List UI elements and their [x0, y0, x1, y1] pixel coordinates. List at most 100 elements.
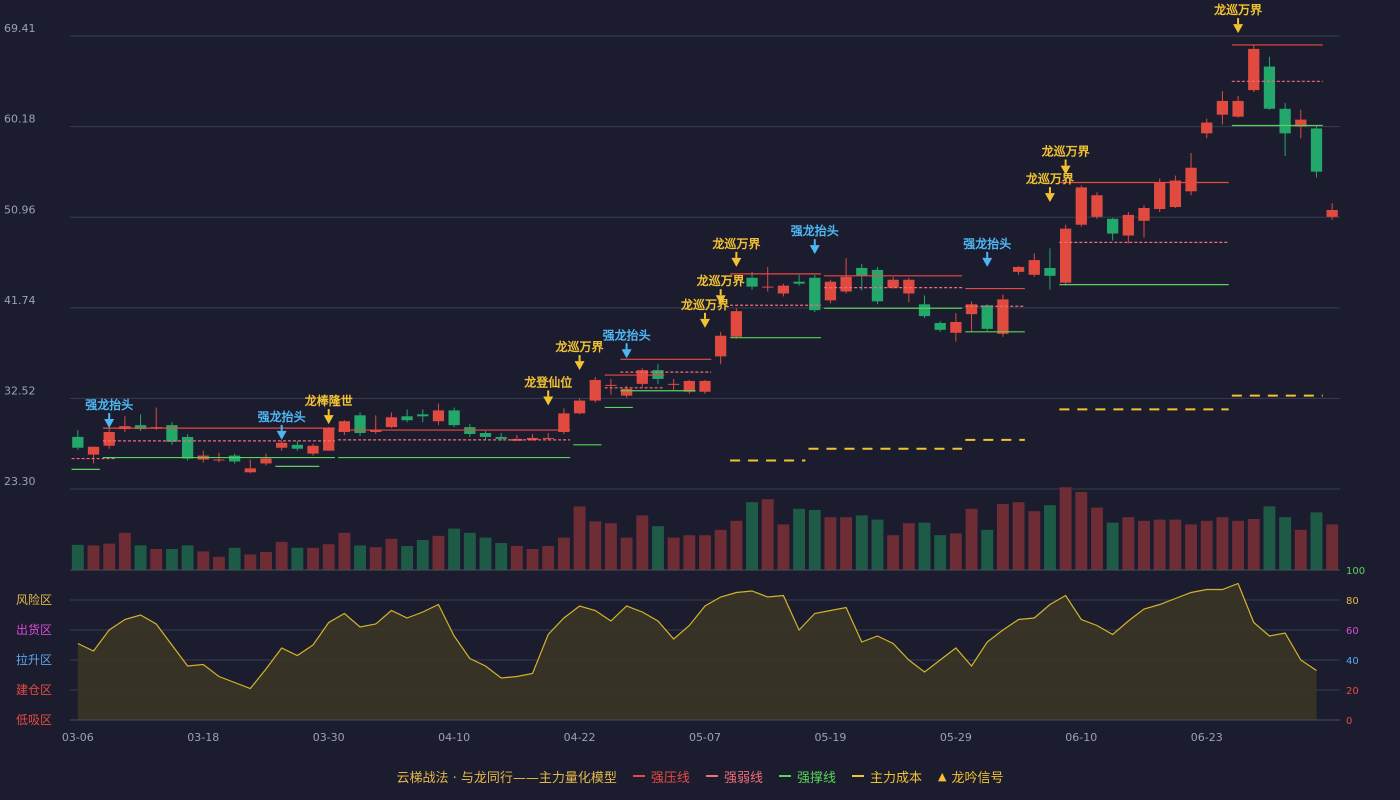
signal-label: 龙巡万界 [556, 339, 604, 354]
volume-bar [840, 517, 853, 570]
candle-body [1122, 214, 1134, 236]
signal-label: 龙巡万界 [697, 273, 745, 288]
candle-body [981, 305, 993, 329]
volume-bar [683, 535, 696, 570]
volume-bar [354, 545, 367, 570]
volume-bar [260, 552, 272, 570]
candle-body [997, 299, 1009, 334]
volume-bar [934, 535, 947, 570]
candle-body [903, 279, 915, 294]
candle-body [260, 458, 272, 464]
volume-bar [981, 529, 994, 570]
candle-body [1310, 128, 1323, 172]
candle-body [824, 281, 837, 301]
candle-body [291, 444, 303, 449]
volume-bar [244, 554, 257, 570]
signal-label: 龙登仙位 [524, 374, 572, 389]
volume-bar [385, 538, 398, 570]
legend-item-support[interactable]: 强撑线 [778, 767, 836, 786]
volume-bar [463, 532, 476, 570]
volume-bar [1326, 524, 1339, 570]
legend-label: 龙吟信号 [951, 770, 1004, 786]
candle-body [1185, 167, 1197, 192]
volume-bar [369, 547, 382, 570]
volume-bar [71, 544, 84, 570]
volume-bar [918, 522, 931, 570]
signal-label: 龙巡万界 [1042, 144, 1090, 159]
candle-body [683, 380, 695, 392]
candle-body [746, 277, 758, 287]
candle-body [918, 304, 931, 317]
volume-bar [667, 537, 680, 570]
candle-body [1107, 218, 1119, 234]
candle-body [934, 322, 946, 330]
volume-bar [808, 510, 821, 570]
volume-bar [1075, 492, 1088, 570]
volume-bar [620, 537, 633, 570]
candle-body [605, 384, 617, 386]
candle-body [699, 380, 711, 392]
legend-item-weak[interactable]: 强弱线 [705, 767, 763, 786]
price-tick-label: 69.41 [4, 22, 36, 35]
candle-body [840, 276, 852, 292]
x-tick-label: 05-29 [940, 731, 972, 744]
candle-body [1044, 267, 1056, 276]
volume-bar [902, 523, 915, 570]
volume-bar [307, 547, 319, 570]
volume-bar [510, 546, 523, 570]
volume-bar [134, 545, 147, 570]
volume-bar [1216, 517, 1229, 570]
candle-body [448, 410, 460, 426]
candle-body [244, 468, 256, 473]
candle-body [1248, 48, 1260, 91]
volume-bar [1185, 524, 1198, 570]
volume-bar [1247, 519, 1260, 570]
candle-body [1279, 108, 1291, 134]
x-tick-label: 06-10 [1065, 731, 1097, 744]
volume-bar [197, 551, 210, 570]
volume-bar [322, 544, 335, 570]
signal-label: 龙巡万界 [1214, 2, 1262, 17]
legend-item-signal[interactable]: ▲ 龙吟信号 [938, 767, 1003, 786]
volume-bar [401, 546, 414, 570]
volume-bar [1122, 517, 1135, 570]
volume-bar [1169, 519, 1182, 570]
signal-label: 龙巡万界 [712, 236, 760, 251]
signal-label: 强龙抬头 [963, 236, 1011, 251]
candle-body [479, 433, 492, 437]
volume-bar [777, 524, 790, 570]
candle-body [573, 400, 586, 414]
candle-body [1012, 266, 1025, 272]
weak-line-swatch-icon [705, 775, 718, 777]
signal-arrow-icon [543, 396, 554, 406]
price-tick-label: 41.74 [4, 294, 36, 307]
volume-bar [761, 499, 774, 570]
volume-bar [87, 545, 100, 570]
candle-body [777, 285, 790, 294]
legend-item-pressure[interactable]: 强压线 [632, 767, 690, 786]
volume-bar [1106, 522, 1119, 570]
candle-body [1075, 187, 1087, 225]
volume-bar [1153, 519, 1166, 570]
candle-body [1028, 260, 1040, 275]
x-tick-label: 03-18 [187, 731, 219, 744]
volume-bar [1232, 520, 1245, 570]
signal-arrow-icon [621, 349, 632, 359]
candle-body [103, 432, 115, 446]
volume-bar [652, 526, 664, 570]
candle-body [1138, 208, 1150, 221]
candle-body [1201, 122, 1213, 134]
signal-label: 强龙抬头 [791, 223, 839, 238]
volume-bar [118, 532, 131, 570]
legend-item-cost[interactable]: 主力成本 [851, 767, 922, 786]
signal-arrow-icon [574, 361, 585, 371]
signal-label: 龙棒隆世 [305, 393, 353, 408]
volume-bar [871, 519, 884, 570]
osc-tick-label: 100 [1346, 566, 1365, 577]
volume-bar [1091, 507, 1103, 570]
volume-bar [855, 515, 868, 570]
signal-label: 强龙抬头 [85, 397, 133, 412]
signal-label: 龙巡万界 [1026, 171, 1074, 186]
volume-bar [416, 540, 429, 570]
volume-bar [746, 502, 758, 570]
